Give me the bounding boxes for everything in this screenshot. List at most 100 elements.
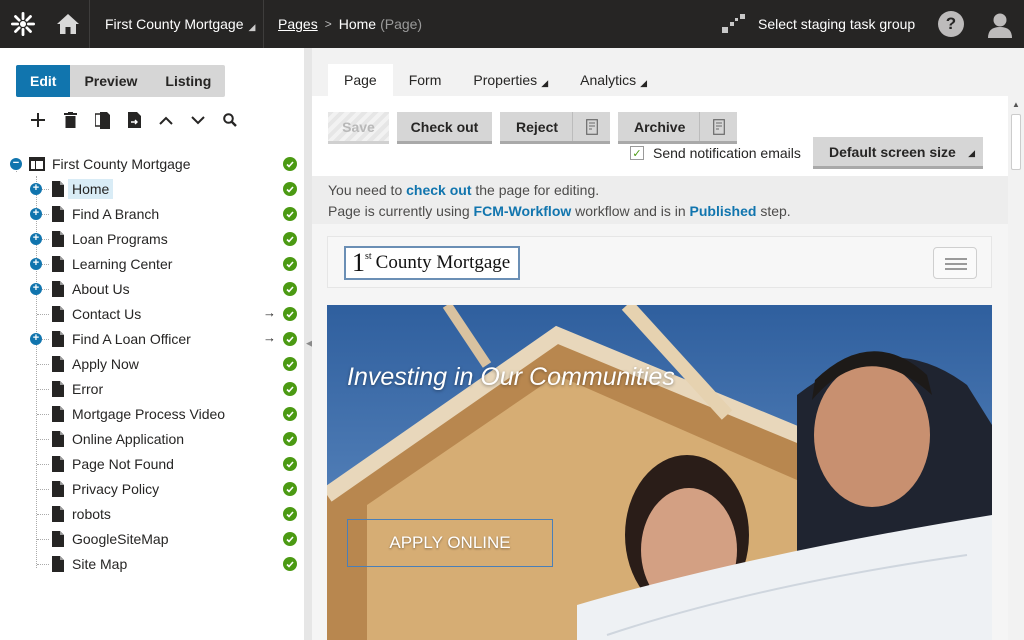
home-icon[interactable] xyxy=(46,0,90,48)
mode-listing[interactable]: Listing xyxy=(151,65,225,97)
archive-label: Archive xyxy=(634,118,686,135)
mode-edit[interactable]: Edit xyxy=(16,65,71,97)
screen-size-dropdown[interactable]: Default screen size ◢ xyxy=(813,137,983,169)
chevron-down-icon: ◢ xyxy=(248,21,256,32)
tree-item-label: Site Map xyxy=(72,556,128,572)
breadcrumb: Pages > Home (Page) xyxy=(278,0,422,48)
tree-item[interactable]: + Find A Loan Officer → xyxy=(0,327,304,351)
expand-icon[interactable]: + xyxy=(30,283,42,295)
reject-button[interactable]: Reject xyxy=(500,112,610,144)
first-county-mortgage-logo[interactable]: 1 st County Mortgage xyxy=(344,246,520,280)
editor-tabs: Page Form Properties ◢ Analytics ◢ xyxy=(328,64,663,96)
site-name: First County Mortgage xyxy=(105,16,244,32)
screen-size-value: Default screen size xyxy=(829,143,956,160)
workflow-name: FCM-Workflow xyxy=(473,203,572,219)
apply-online-button[interactable]: APPLY ONLINE xyxy=(347,519,553,567)
tab-label: Page xyxy=(344,72,377,88)
expand-icon[interactable]: + xyxy=(30,183,42,195)
tree-item[interactable]: Site Map xyxy=(0,552,304,576)
tree-item-label: Learning Center xyxy=(72,256,173,272)
page-icon xyxy=(52,206,64,222)
send-notification-option[interactable]: ✓ Send notification emails xyxy=(630,144,801,162)
tree-item-label: GoogleSiteMap xyxy=(72,531,169,547)
tree-guide-line xyxy=(37,564,49,565)
scroll-up-icon[interactable]: ▲ xyxy=(1012,100,1020,109)
page-icon xyxy=(52,256,64,272)
kentico-logo-icon[interactable] xyxy=(0,0,46,48)
page-pane: Save Check out Reject Archive ✓ Send not… xyxy=(312,96,1008,640)
published-status-icon xyxy=(283,482,297,496)
tree-item[interactable]: Contact Us → xyxy=(0,302,304,326)
tree-item[interactable]: Error xyxy=(0,377,304,401)
user-avatar-icon[interactable] xyxy=(985,10,1015,40)
page-icon xyxy=(52,281,64,297)
page-icon xyxy=(52,406,64,422)
move-up-icon[interactable] xyxy=(150,110,182,130)
mode-switcher: Edit Preview Listing xyxy=(16,65,226,97)
tree-guide-line xyxy=(37,514,49,515)
tree-item[interactable]: GoogleSiteMap xyxy=(0,527,304,551)
breadcrumb-separator-icon: > xyxy=(324,17,332,31)
published-status-icon xyxy=(283,432,297,446)
tab-page[interactable]: Page xyxy=(328,64,393,96)
site-root-icon xyxy=(29,157,45,171)
pane-scrollbar[interactable]: ▲ xyxy=(1008,96,1024,640)
page-icon xyxy=(52,356,64,372)
collapse-icon[interactable]: − xyxy=(10,158,22,170)
tree-item[interactable]: + About Us xyxy=(0,277,304,301)
tree-item[interactable]: Mortgage Process Video xyxy=(0,402,304,426)
staging-label: Select staging task group xyxy=(758,16,916,32)
tree-item-label: robots xyxy=(72,506,111,522)
tab-analytics[interactable]: Analytics ◢ xyxy=(564,64,663,96)
tree-item[interactable]: + Find A Branch xyxy=(0,202,304,226)
expand-icon[interactable]: + xyxy=(30,233,42,245)
copy-icon[interactable] xyxy=(86,110,118,130)
expand-icon[interactable]: + xyxy=(30,333,42,345)
expand-icon[interactable]: + xyxy=(30,208,42,220)
site-header-preview: 1 st County Mortgage xyxy=(327,236,992,288)
published-status-icon xyxy=(283,282,297,296)
tree-item[interactable]: robots xyxy=(0,502,304,526)
add-icon[interactable] xyxy=(22,110,54,130)
tree-item[interactable]: + Home xyxy=(0,177,304,201)
logo-text: County Mortgage xyxy=(375,252,511,273)
save-button[interactable]: Save xyxy=(328,112,389,144)
info-text: workflow and is in xyxy=(571,203,690,219)
tree-item[interactable]: Online Application xyxy=(0,427,304,451)
tab-form[interactable]: Form xyxy=(393,64,458,96)
tab-label: Form xyxy=(408,72,442,88)
hamburger-menu-icon[interactable] xyxy=(933,247,977,279)
tree-item[interactable]: Apply Now xyxy=(0,352,304,376)
tree-item[interactable]: + Learning Center xyxy=(0,252,304,276)
page-icon xyxy=(52,431,64,447)
tree-guide-line xyxy=(37,389,49,390)
check-out-button[interactable]: Check out xyxy=(397,112,492,144)
reject-comment-icon[interactable] xyxy=(572,112,610,141)
archive-comment-icon[interactable] xyxy=(699,112,737,141)
tree-item-label: Loan Programs xyxy=(72,231,168,247)
search-icon[interactable] xyxy=(214,110,246,130)
hero-title: Investing in Our Communities xyxy=(347,363,675,391)
tree-item[interactable]: Page Not Found xyxy=(0,452,304,476)
breadcrumb-pages-link[interactable]: Pages xyxy=(278,16,318,32)
help-icon[interactable]: ? xyxy=(938,11,964,37)
tab-properties[interactable]: Properties ◢ xyxy=(457,64,564,96)
tree-item[interactable]: + Loan Programs xyxy=(0,227,304,251)
expand-icon[interactable]: + xyxy=(30,258,42,270)
move-down-icon[interactable] xyxy=(182,110,214,130)
move-icon[interactable] xyxy=(118,110,150,130)
archive-button[interactable]: Archive xyxy=(618,112,737,144)
tree-item[interactable]: Privacy Policy xyxy=(0,477,304,501)
tree-root-row[interactable]: − First County Mortgage xyxy=(0,152,304,176)
scroll-thumb[interactable] xyxy=(1011,114,1021,170)
published-status-icon xyxy=(283,332,297,346)
delete-icon[interactable] xyxy=(54,110,86,130)
tree-guide-line xyxy=(37,464,49,465)
tab-label: Analytics xyxy=(580,72,637,88)
site-selector[interactable]: First County Mortgage ◢ xyxy=(91,0,264,48)
staging-task-group-selector[interactable]: Select staging task group xyxy=(720,0,915,48)
mode-preview[interactable]: Preview xyxy=(70,65,151,97)
notification-checkbox[interactable]: ✓ xyxy=(630,146,644,160)
panel-splitter[interactable]: ◀ xyxy=(304,48,313,640)
check-out-link[interactable]: check out xyxy=(406,182,471,198)
